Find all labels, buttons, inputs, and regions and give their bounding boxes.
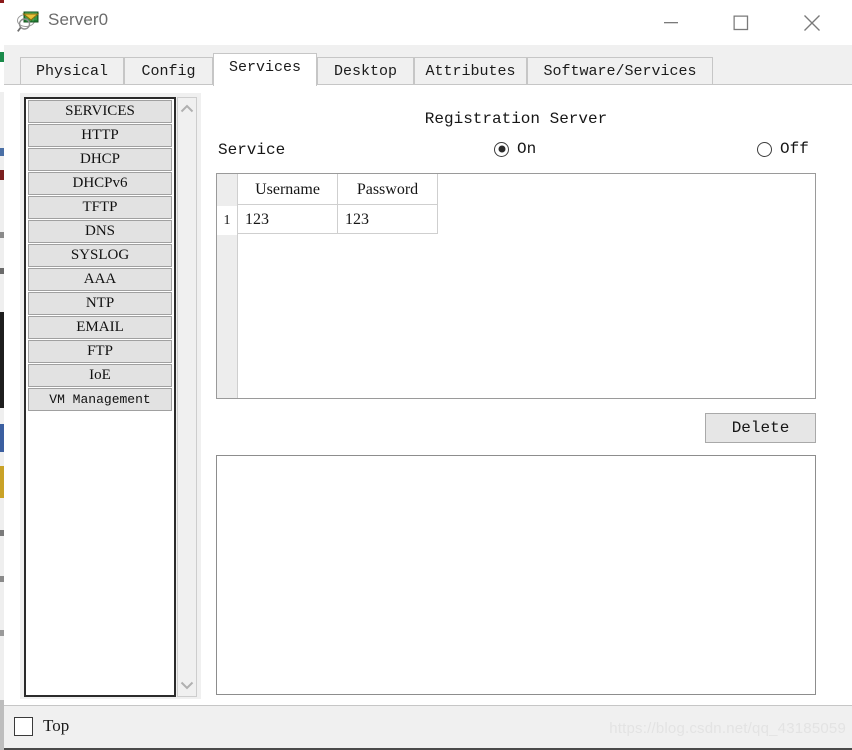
- pane-title: Registration Server: [424, 110, 608, 128]
- sidebar-item-dhcpv6[interactable]: DHCPv6: [28, 172, 172, 195]
- registration-server-pane: Registration Server Service On Off 1 Use…: [212, 93, 820, 699]
- user-credentials-table[interactable]: 1 Username Password 123 123: [216, 173, 816, 399]
- sidebar-item-ftp[interactable]: FTP: [28, 340, 172, 363]
- sidebar-item-http[interactable]: HTTP: [28, 124, 172, 147]
- sidebar-item-aaa[interactable]: AAA: [28, 268, 172, 291]
- top-checkbox-row[interactable]: Top: [14, 716, 69, 736]
- radio-on-icon: [494, 141, 509, 157]
- sidebar-item-vm-management[interactable]: VM Management: [28, 388, 172, 411]
- service-label: Service: [218, 141, 286, 159]
- minimize-icon: [664, 21, 678, 23]
- window-title: Server0: [48, 10, 109, 29]
- table-grid: Username Password 123 123: [238, 174, 438, 234]
- sidebar-item-email[interactable]: EMAIL: [28, 316, 172, 339]
- top-checkbox[interactable]: [14, 716, 33, 736]
- scroll-up-button[interactable]: [178, 100, 196, 118]
- close-icon: [804, 14, 820, 31]
- tab-strip: Physical Config Services Desktop Attribu…: [4, 45, 852, 86]
- sidebar-item-ntp[interactable]: NTP: [28, 292, 172, 315]
- service-off-radio[interactable]: Off: [757, 140, 809, 158]
- service-on-radio[interactable]: On: [494, 140, 536, 158]
- chevron-up-icon: [180, 104, 194, 113]
- server-properties-window: Server0 Physical Config Services Desktop…: [4, 0, 852, 750]
- watermark-text: https://blog.csdn.net/qq_43185059: [609, 720, 846, 737]
- services-list[interactable]: SERVICES HTTP DHCP DHCPv6 TFTP DNS SYSLO…: [24, 97, 176, 697]
- maximize-icon: [733, 15, 749, 30]
- cell-password[interactable]: 123: [338, 205, 438, 234]
- tab-services[interactable]: Services: [213, 53, 317, 86]
- footer-bar: Top https://blog.csdn.net/qq_43185059: [4, 705, 852, 750]
- column-header-username[interactable]: Username: [238, 174, 338, 205]
- table-header-row: Username Password: [238, 174, 438, 205]
- row-number-gutter: 1: [217, 174, 238, 398]
- tab-attributes[interactable]: Attributes: [414, 57, 527, 85]
- sidebar-item-syslog[interactable]: SYSLOG: [28, 244, 172, 267]
- sidebar-item-dns[interactable]: DNS: [28, 220, 172, 243]
- output-panel[interactable]: [216, 455, 816, 695]
- table-row[interactable]: 123 123: [238, 205, 438, 234]
- chevron-down-icon: [180, 681, 194, 690]
- tab-software-services[interactable]: Software/Services: [527, 57, 713, 85]
- radio-off-label: Off: [780, 140, 809, 158]
- column-header-password[interactable]: Password: [338, 174, 438, 205]
- delete-button[interactable]: Delete: [705, 413, 816, 443]
- scroll-down-button[interactable]: [178, 676, 196, 694]
- radio-off-icon: [757, 141, 772, 157]
- content-area: SERVICES HTTP DHCP DHCPv6 TFTP DNS SYSLO…: [4, 84, 852, 705]
- services-sidebar: SERVICES HTTP DHCP DHCPv6 TFTP DNS SYSLO…: [20, 93, 201, 699]
- sidebar-item-services[interactable]: SERVICES: [28, 100, 172, 123]
- sidebar-item-ioe[interactable]: IoE: [28, 364, 172, 387]
- packet-tracer-device-icon: [17, 11, 41, 33]
- sidebar-item-dhcp[interactable]: DHCP: [28, 148, 172, 171]
- tab-desktop[interactable]: Desktop: [317, 57, 414, 85]
- maximize-button[interactable]: [718, 0, 764, 45]
- title-bar: Server0: [4, 0, 852, 45]
- tab-physical[interactable]: Physical: [20, 57, 124, 85]
- cell-username[interactable]: 123: [238, 205, 338, 234]
- top-label: Top: [43, 716, 70, 735]
- minimize-button[interactable]: [648, 0, 694, 45]
- sidebar-scrollbar[interactable]: [177, 97, 197, 697]
- tab-config[interactable]: Config: [124, 57, 213, 85]
- radio-on-label: On: [517, 140, 537, 158]
- close-button[interactable]: [789, 0, 835, 45]
- sidebar-item-tftp[interactable]: TFTP: [28, 196, 172, 219]
- row-number: 1: [217, 206, 237, 235]
